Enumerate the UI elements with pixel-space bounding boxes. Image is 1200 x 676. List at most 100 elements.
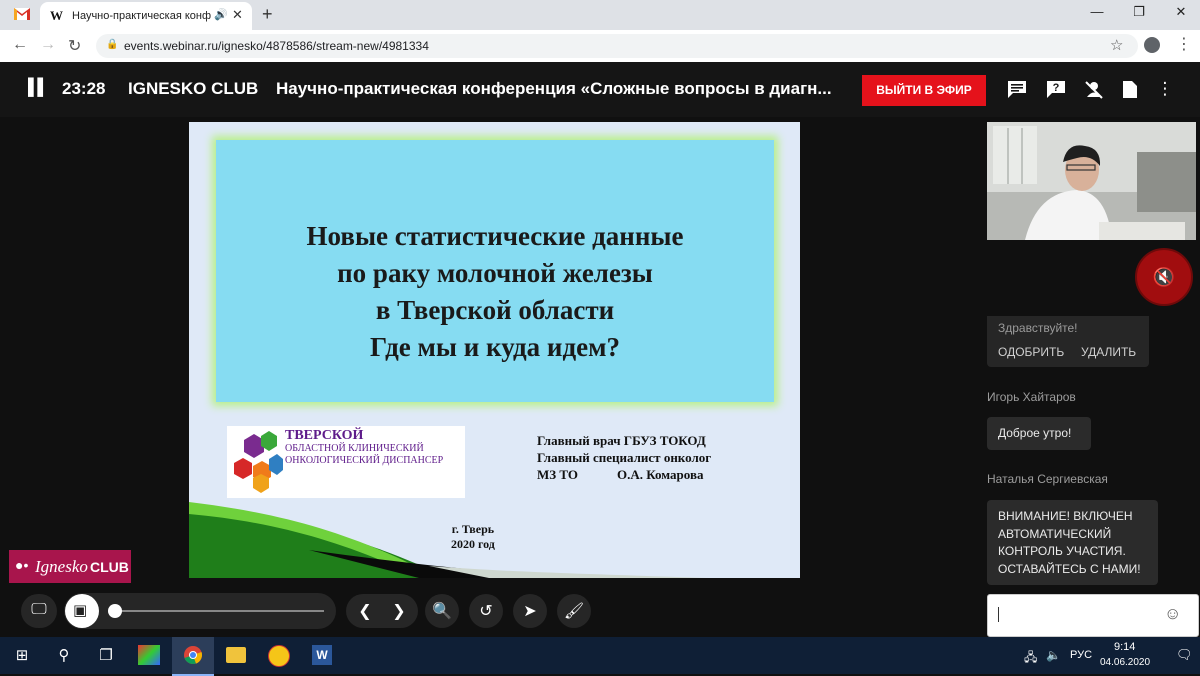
file-explorer-icon[interactable] bbox=[226, 647, 246, 663]
stream-time: 23:28 bbox=[62, 79, 106, 98]
cursor-icon: ➤ bbox=[523, 603, 537, 620]
rotate-button[interactable]: ↺ bbox=[469, 594, 503, 628]
tab-close-icon[interactable]: ✕ bbox=[232, 7, 243, 23]
chat-input[interactable]: ☺ bbox=[987, 594, 1199, 637]
speaker-video-image bbox=[987, 122, 1196, 240]
progress-track[interactable] bbox=[116, 610, 324, 612]
clock-time[interactable]: 9:14 bbox=[1114, 641, 1135, 653]
chat-message-line: ОСТАВАЙТЕСЬ С НАМИ! bbox=[998, 561, 1141, 576]
zoom-button[interactable]: 🔍 bbox=[425, 594, 459, 628]
slide-navigation: ❮ ❯ bbox=[346, 594, 418, 628]
pointer-button[interactable]: ➤ bbox=[513, 594, 547, 628]
presentation-toggle-button[interactable]: ▣ bbox=[65, 594, 99, 628]
delete-button[interactable]: УДАЛИТЬ bbox=[1081, 345, 1136, 359]
windows-taskbar: ⊞ ⚲ ❐ W 🖧 🔈 РУС 9:14 04.06.2020 🗨 bbox=[0, 637, 1200, 676]
next-slide-icon[interactable]: ❯ bbox=[382, 601, 416, 621]
rotate-icon: ↺ bbox=[479, 603, 493, 620]
organizer-name: IGNESKO CLUB bbox=[128, 79, 259, 98]
account-avatar-icon[interactable] bbox=[1144, 37, 1160, 53]
url-field[interactable]: 🔒 events.webinar.ru/ignesko/4878586/stre… bbox=[96, 34, 1138, 58]
author-line: Главный врач ГБУЗ ТОКОД bbox=[537, 433, 706, 448]
slide-title-line: Новые статистические данные bbox=[306, 221, 684, 251]
window-minimize-button[interactable]: — bbox=[1082, 4, 1112, 19]
speaker-camera bbox=[987, 122, 1196, 240]
language-indicator[interactable]: РУС bbox=[1070, 649, 1092, 661]
forward-arrow-icon[interactable]: → bbox=[40, 36, 56, 54]
progress-handle[interactable] bbox=[108, 604, 122, 618]
chat-message: ВНИМАНИЕ! ВКЛЮЧЕН АВТОМАТИЧЕСКИЙ КОНТРОЛ… bbox=[987, 500, 1158, 585]
network-icon[interactable]: 🖧 bbox=[1024, 648, 1037, 669]
chat-author: Наталья Сергиевская bbox=[987, 472, 1108, 486]
ignesko-club-logo: ●• Ignesko CLUB bbox=[9, 550, 131, 583]
chat-message-text: Здравствуйте! bbox=[998, 321, 1078, 335]
participants-off-icon[interactable] bbox=[1084, 80, 1104, 99]
presentation-progress-control: ▣ bbox=[64, 593, 336, 629]
chat-message-line: ВНИМАНИЕ! ВКЛЮЧЕН bbox=[998, 509, 1133, 523]
notifications-icon[interactable]: 🗨 bbox=[1176, 647, 1193, 663]
chrome-taskbar-button[interactable] bbox=[172, 637, 214, 676]
brush-icon: 🖌 bbox=[563, 603, 585, 620]
slide-title-line: в Тверской области bbox=[375, 295, 615, 325]
mute-sound-icon[interactable]: 🔇 bbox=[1135, 248, 1193, 306]
search-icon[interactable]: ⚲ bbox=[42, 637, 86, 674]
url-text: events.webinar.ru/ignesko/4878586/stream… bbox=[124, 39, 429, 53]
webinar-header: ▌▌ 23:28 IGNESKO CLUB Научно-практическа… bbox=[0, 62, 1200, 117]
1c-app-icon[interactable] bbox=[268, 645, 290, 667]
slide-title-line: Где мы и куда идем? bbox=[369, 332, 621, 362]
webinar-title: Научно-практическая конференция «Сложные… bbox=[276, 79, 832, 98]
chat-author: Игорь Хайтаров bbox=[987, 390, 1076, 404]
lock-icon[interactable]: 🔒 bbox=[106, 39, 118, 50]
volume-icon[interactable]: 🔈 bbox=[1046, 648, 1061, 662]
clock-date[interactable]: 04.06.2020 bbox=[1100, 657, 1150, 668]
chat-message-text: Доброе утро! bbox=[998, 426, 1072, 440]
text-caret bbox=[998, 607, 999, 622]
approve-button[interactable]: ОДОБРИТЬ bbox=[998, 345, 1064, 359]
author-line: Главный специалист онколог bbox=[537, 450, 712, 465]
browser-menu-icon[interactable]: ⋮ bbox=[1176, 34, 1192, 54]
logo-brand-bold: CLUB bbox=[90, 559, 129, 575]
dots-logo-icon: ●• bbox=[15, 557, 29, 573]
slide-author: Главный врач ГБУЗ ТОКОД Главный специали… bbox=[537, 432, 711, 483]
tab-audio-icon[interactable]: 🔊 bbox=[214, 8, 228, 21]
emoji-icon[interactable]: ☺ bbox=[1164, 604, 1181, 624]
document-icon[interactable] bbox=[1122, 80, 1138, 99]
chrome-icon bbox=[184, 646, 203, 665]
go-on-air-button[interactable]: ВЫЙТИ В ЭФИР bbox=[862, 75, 986, 106]
svg-text:?: ? bbox=[1053, 82, 1060, 94]
chat-icon[interactable] bbox=[1007, 80, 1027, 99]
slide-title-line: по раку молочной железы bbox=[337, 258, 653, 288]
logo-text-line: ОБЛАСТНОЙ КЛИНИЧЕСКИЙ bbox=[285, 443, 424, 454]
slide-title-box: Новые статистические данные по раку моло… bbox=[216, 140, 774, 402]
task-view-icon[interactable]: ❐ bbox=[84, 637, 128, 674]
windows-start-icon[interactable]: ⊞ bbox=[0, 637, 44, 674]
chat-message-line: КОНТРОЛЬ УЧАСТИЯ. bbox=[998, 544, 1126, 558]
hexagon-logo-icon bbox=[234, 431, 283, 493]
chat-message-text: ВНИМАНИЕ! ВКЛЮЧЕН АВТОМАТИЧЕСКИЙ КОНТРОЛ… bbox=[998, 508, 1141, 578]
chat-message-line: АВТОМАТИЧЕСКИЙ bbox=[998, 526, 1112, 541]
draw-button[interactable]: 🖌 bbox=[557, 594, 591, 628]
more-menu-icon[interactable]: ⋮ bbox=[1154, 79, 1176, 99]
monitor-icon: 🖵 bbox=[31, 601, 47, 618]
bookmark-star-icon[interactable]: ☆ bbox=[1110, 36, 1123, 54]
window-close-button[interactable]: ✕ bbox=[1166, 4, 1196, 20]
address-bar-row: ← → ↻ 🔒 events.webinar.ru/ignesko/487858… bbox=[0, 30, 1200, 63]
question-icon[interactable]: ? bbox=[1046, 80, 1066, 99]
webinar-favicon-icon: W bbox=[50, 8, 63, 23]
chat-message: Здравствуйте! ОДОБРИТЬ УДАЛИТЬ bbox=[987, 316, 1149, 367]
word-icon[interactable]: W bbox=[312, 645, 332, 665]
reload-icon[interactable]: ↻ bbox=[68, 36, 81, 56]
screen-share-button[interactable]: 🖵 bbox=[21, 594, 57, 628]
chat-message: Доброе утро! bbox=[987, 417, 1091, 450]
previous-slide-icon[interactable]: ❮ bbox=[348, 601, 382, 621]
browser-tab[interactable]: W Научно-практическая конф 🔊 ✕ bbox=[40, 2, 252, 30]
window-restore-button[interactable]: ❐ bbox=[1124, 4, 1154, 20]
pause-icon[interactable]: ▌▌ bbox=[28, 79, 49, 97]
gmail-icon[interactable] bbox=[14, 8, 30, 20]
zoom-icon: 🔍 bbox=[432, 603, 452, 620]
back-arrow-icon[interactable]: ← bbox=[12, 36, 28, 54]
presentation-slide: Новые статистические данные по раку моло… bbox=[189, 122, 800, 578]
new-tab-button[interactable]: + bbox=[262, 4, 273, 25]
app-icon[interactable] bbox=[138, 645, 160, 665]
author-line: МЗ ТО О.А. Комарова bbox=[537, 467, 704, 482]
slide-decoration-waves bbox=[189, 502, 709, 578]
